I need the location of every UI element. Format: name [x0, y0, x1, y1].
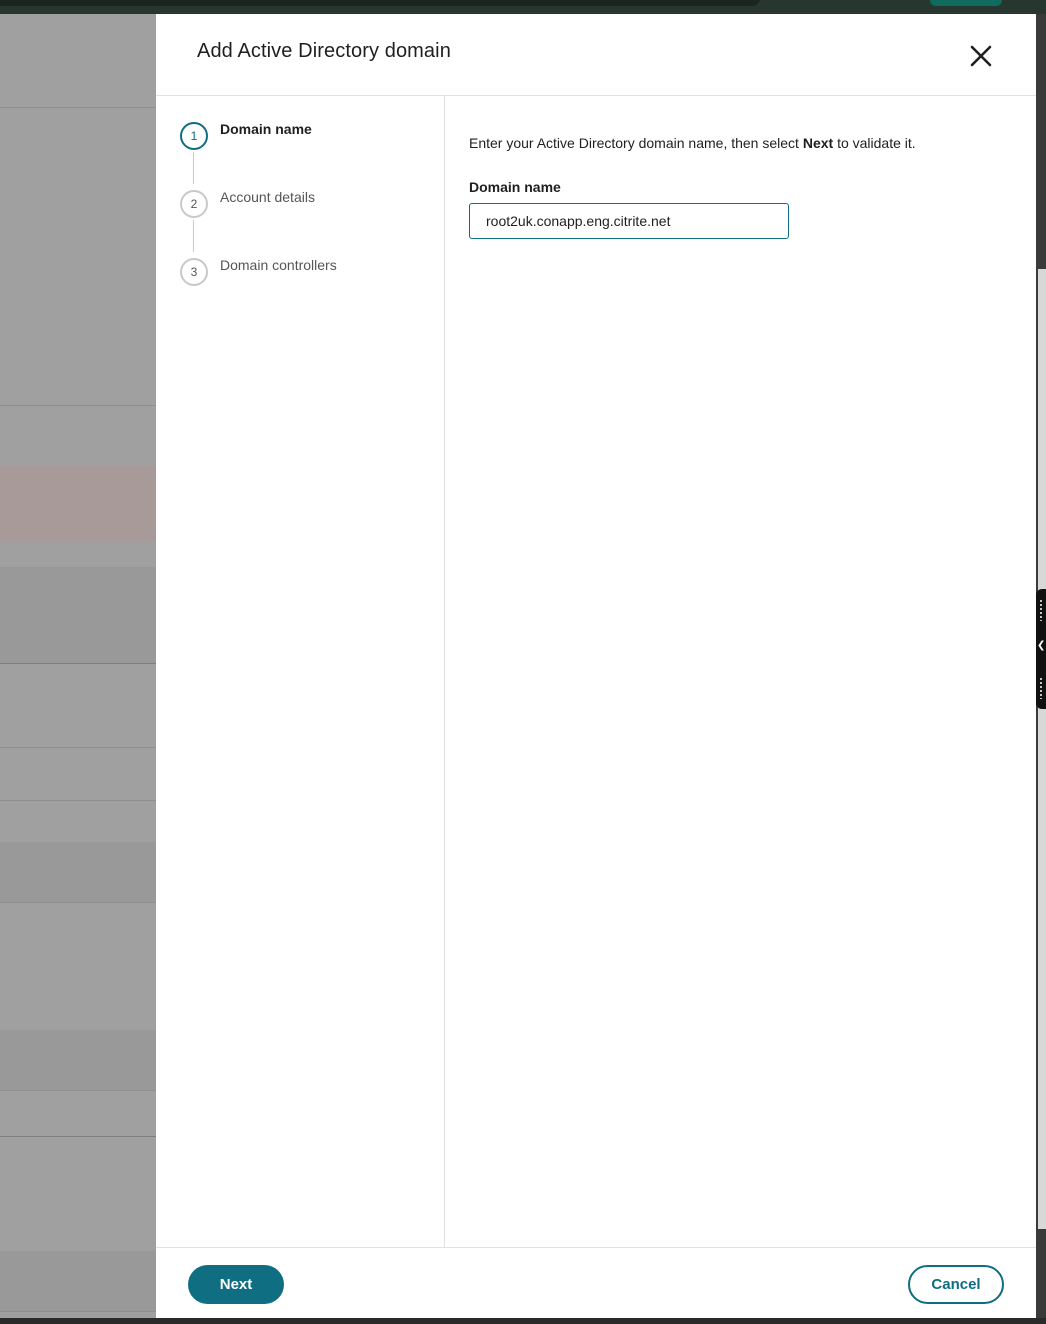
backdrop-divider	[0, 747, 156, 748]
domain-name-label: Domain name	[469, 179, 561, 195]
dialog-title: Add Active Directory domain	[197, 40, 451, 62]
step-connector	[193, 152, 194, 184]
backdrop-row	[0, 1251, 156, 1311]
backdrop-divider	[0, 405, 156, 406]
dialog-footer: Next Cancel	[156, 1247, 1036, 1318]
instruction-prefix: Enter your Active Directory domain name,…	[469, 135, 803, 151]
grip-dots-icon	[1039, 677, 1043, 699]
domain-name-input[interactable]	[469, 203, 789, 239]
backdrop-divider	[0, 1136, 156, 1137]
wizard-steps: 1 Domain name 2 Account details 3 Domain…	[156, 96, 445, 1247]
top-bar-pill	[0, 0, 760, 6]
backdrop-divider	[0, 107, 156, 108]
window-right-edge: ❮	[1036, 14, 1046, 1318]
step-label: Domain name	[220, 121, 312, 137]
instruction-next-emphasis: Next	[802, 135, 834, 151]
step-account-details[interactable]: 2 Account details	[180, 188, 440, 218]
backdrop-divider	[0, 663, 156, 664]
backdrop-divider	[0, 800, 156, 801]
window-bottom-edge	[0, 1318, 1046, 1324]
dialog-header: Add Active Directory domain	[156, 14, 1036, 96]
step-domain-controllers[interactable]: 3 Domain controllers	[180, 256, 440, 286]
backdrop-highlighted-row	[0, 466, 156, 541]
close-icon	[970, 45, 992, 67]
step-number: 2	[180, 190, 208, 218]
browser-top-bar	[0, 0, 1046, 14]
backdrop-row	[0, 1030, 156, 1090]
backdrop-divider	[0, 1090, 156, 1091]
step-connector	[193, 220, 194, 252]
step-label: Domain controllers	[220, 257, 337, 273]
instruction-suffix: to validate it.	[833, 135, 916, 151]
step-domain-name[interactable]: 1 Domain name	[180, 120, 440, 150]
cancel-button[interactable]: Cancel	[908, 1265, 1004, 1304]
backdrop-divider	[0, 1311, 156, 1312]
chevron-left-icon: ❮	[1037, 640, 1046, 651]
page-backdrop	[0, 14, 156, 1318]
step-label: Account details	[220, 189, 315, 205]
grip-dots-icon	[1039, 599, 1043, 621]
backdrop-divider	[0, 902, 156, 903]
backdrop-row	[0, 567, 156, 663]
add-domain-dialog: Add Active Directory domain 1 Domain nam…	[156, 14, 1036, 1318]
next-button[interactable]: Next	[188, 1265, 284, 1304]
step-number: 3	[180, 258, 208, 286]
scrollbar-track[interactable]	[1038, 269, 1046, 1229]
top-bar-accent-button[interactable]	[930, 0, 1002, 6]
step-number: 1	[180, 122, 208, 150]
backdrop-row	[0, 842, 156, 902]
instruction-text: Enter your Active Directory domain name,…	[469, 135, 916, 151]
close-button[interactable]	[964, 39, 998, 73]
step-content: Enter your Active Directory domain name,…	[445, 96, 1036, 1247]
